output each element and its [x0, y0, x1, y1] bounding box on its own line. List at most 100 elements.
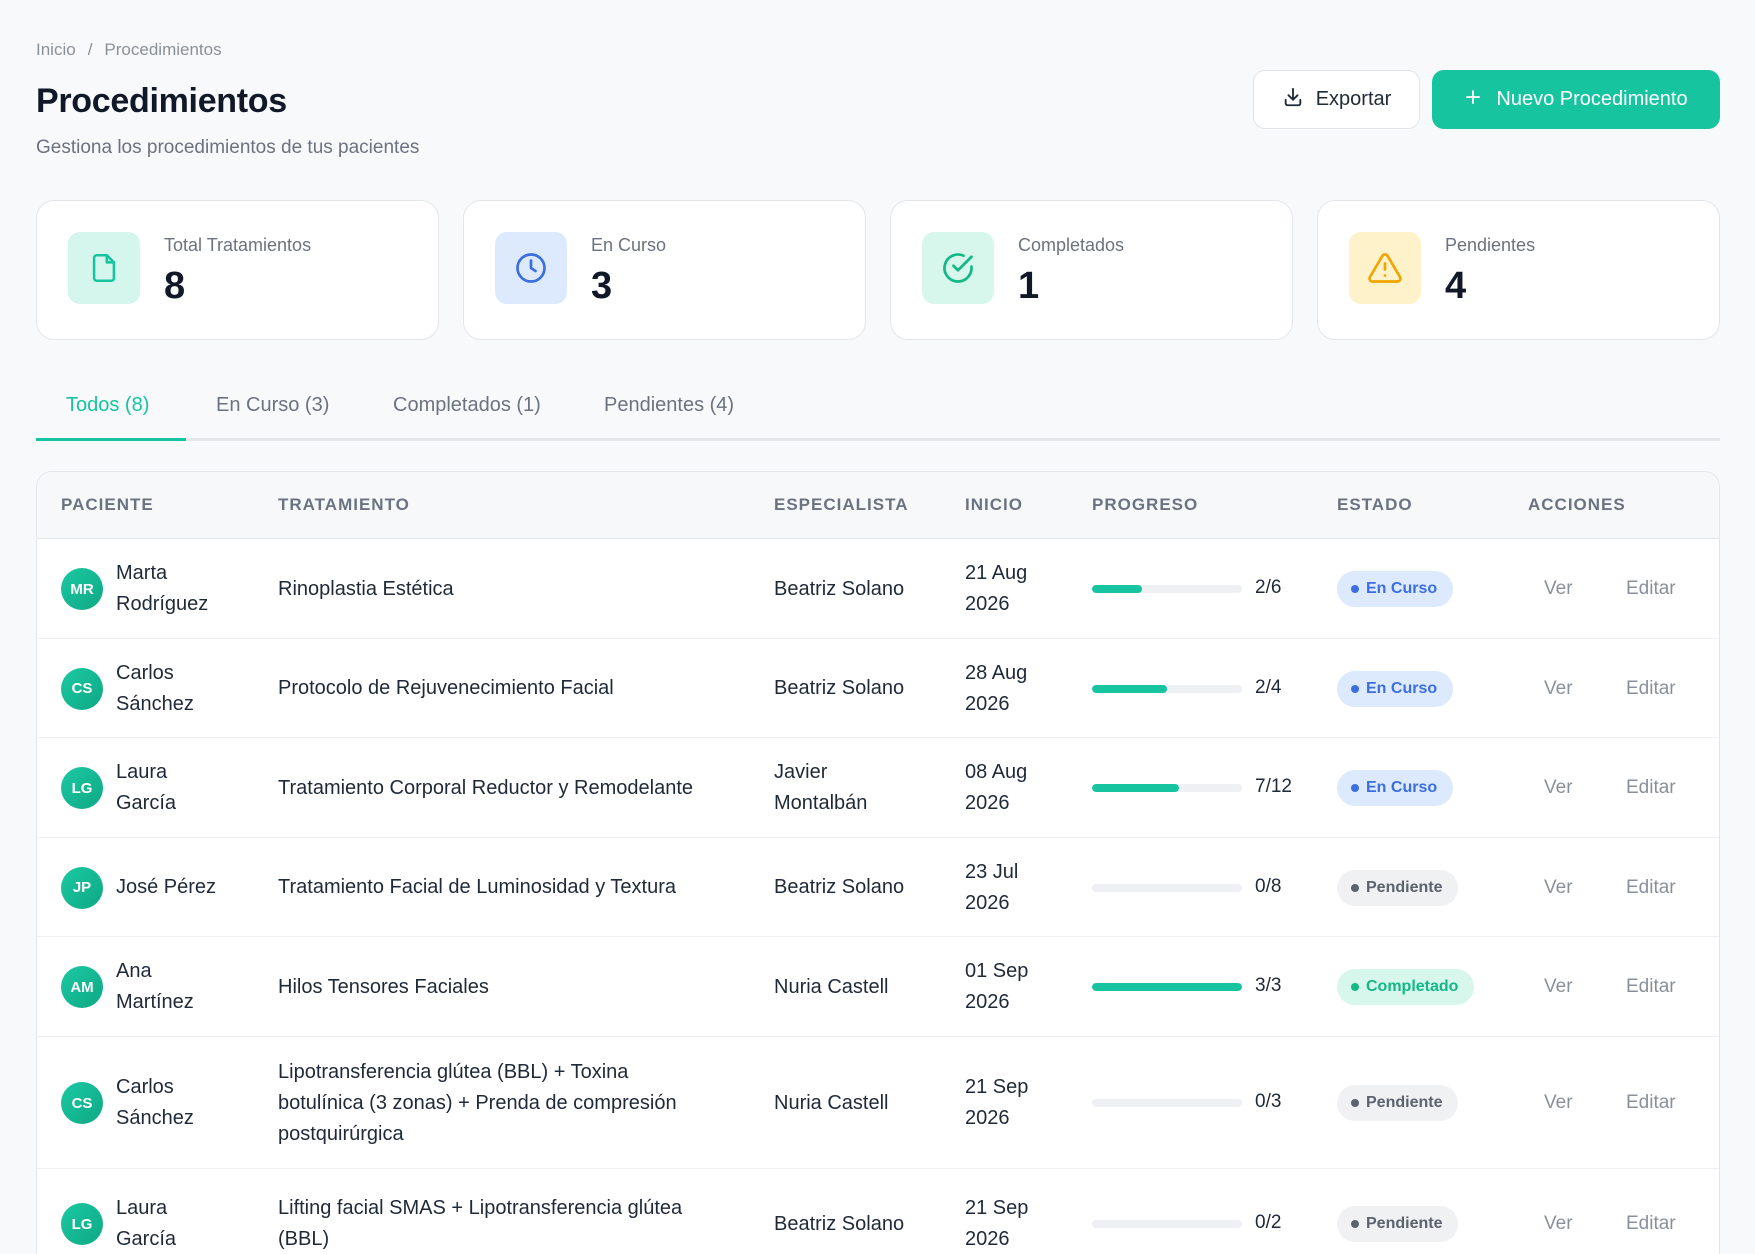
column-header-inicio: INICIO [965, 495, 1023, 514]
start-date-line: 28 Aug [965, 661, 1028, 684]
treatment-name-line: botulínica (3 zonas) + Prenda de compres… [278, 1091, 677, 1114]
edit-button[interactable]: Editar [1626, 578, 1676, 600]
start-date: 01 Sep 2026 [965, 956, 1075, 1018]
patient-name-line: Laura [116, 761, 168, 783]
avatar: MR [61, 568, 103, 610]
specialist-name-line: Beatriz Solano [774, 876, 905, 898]
treatment-name-line: Hilos Tensores Faciales [278, 975, 489, 998]
status-label: En Curso [1366, 580, 1438, 597]
patient-name: Laura García [116, 757, 256, 819]
view-button[interactable]: Ver [1544, 877, 1573, 899]
start-date-line: 2026 [965, 792, 1010, 814]
avatar: LG [61, 1203, 103, 1245]
start-date-line: 2026 [965, 1228, 1010, 1250]
edit-button[interactable]: Editar [1626, 976, 1676, 998]
patient-name: Carlos Sánchez [116, 658, 256, 720]
status-badge: Completado [1337, 969, 1475, 1005]
treatment-name-line: Lifting facial SMAS + Lipotransferencia … [278, 1197, 683, 1219]
status-badge: Pendiente [1337, 1085, 1459, 1121]
patient-name-line: Marta [116, 562, 168, 584]
progress-text: 7/12 [1255, 776, 1292, 797]
treatment-name-line: (BBL) [278, 1228, 330, 1250]
start-date-line: 21 Sep [965, 1076, 1029, 1098]
progress-fill [1092, 983, 1242, 991]
stat-card-pendientes: Pendientes 4 [1317, 200, 1720, 340]
export-button[interactable]: Exportar [1253, 70, 1420, 129]
table-row: JP José Pérez Tratamiento Facial de Lumino… [37, 838, 1719, 937]
progress-fill [1092, 585, 1142, 593]
patient-name-line: José Pérez [116, 876, 217, 898]
page-subtitle: Gestiona los procedimientos de tus pacie… [36, 137, 420, 158]
plus-icon [1464, 88, 1482, 112]
progress-text: 2/4 [1255, 676, 1282, 698]
column-header-tratamiento: TRATAMIENTO [278, 495, 410, 514]
table-row: CS Carlos Sánchez Lipotransferencia glútea … [37, 1037, 1719, 1169]
new-procedure-button[interactable]: Nuevo Procedimiento [1432, 70, 1720, 129]
patient-name-line: García [116, 792, 177, 814]
table-row: MR Marta Rodríguez Rinoplastia Estética Beat… [37, 539, 1719, 639]
tab-todos[interactable]: Todos (8) [36, 372, 186, 441]
specialist-name: Nuria Castell [774, 972, 954, 1003]
treatment-name-line: postquirúrgica [278, 1122, 404, 1145]
patient-name: José Pérez [116, 872, 256, 903]
start-date: 21 Sep 2026 [965, 1072, 1075, 1134]
stat-card-total: Total Tratamientos 8 [36, 200, 439, 340]
treatment-name: Hilos Tensores Faciales [278, 972, 758, 1003]
edit-button[interactable]: Editar [1626, 1092, 1676, 1114]
table-row: AM Ana Martínez Hilos Tensores Faciales Nuri… [37, 937, 1719, 1037]
treatment-name-line: Protocolo de Rejuvenecimiento Facial [278, 677, 614, 699]
specialist-name-line: Montalbán [774, 792, 868, 814]
procedures-table: PACIENTE TRATAMIENTO ESPECIALISTA INICIO… [36, 471, 1720, 1254]
treatment-name: Lipotransferencia glútea (BBL) + Toxina b… [278, 1057, 758, 1150]
edit-button[interactable]: Editar [1626, 1213, 1676, 1235]
column-header-estado: ESTADO [1337, 495, 1413, 514]
view-button[interactable]: Ver [1544, 976, 1573, 998]
tab-en-curso[interactable]: En Curso (3) [216, 372, 329, 441]
tab-pendientes[interactable]: Pendientes (4) [604, 372, 734, 441]
table-row: LG Laura García Lifting facial SMAS + Lipot… [37, 1169, 1719, 1254]
column-header-acciones: ACCIONES [1528, 495, 1626, 514]
view-button[interactable]: Ver [1544, 1092, 1573, 1114]
warning-icon [1349, 232, 1421, 304]
tab-completados[interactable]: Completados (1) [393, 372, 541, 441]
stat-value: 8 [164, 265, 186, 307]
patient-name-line: Ana [116, 960, 152, 982]
breadcrumb: Inicio / Procedimientos [36, 40, 222, 60]
breadcrumb-separator: / [87, 40, 93, 59]
clock-icon [495, 232, 567, 304]
edit-button[interactable]: Editar [1626, 877, 1676, 899]
breadcrumb-home[interactable]: Inicio [36, 40, 76, 60]
specialist-name: Nuria Castell [774, 1088, 954, 1119]
start-date-line: 2026 [965, 593, 1010, 615]
status-dot-icon [1351, 684, 1359, 693]
view-button[interactable]: Ver [1544, 678, 1573, 700]
specialist-name: Beatriz Solano [774, 1209, 954, 1240]
start-date: 08 Aug 2026 [965, 757, 1075, 819]
view-button[interactable]: Ver [1544, 777, 1573, 799]
treatment-name: Tratamiento Corporal Reductor y Remodela… [278, 773, 758, 804]
status-dot-icon [1351, 1220, 1359, 1228]
specialist-name: Javier Montalbán [774, 757, 954, 819]
breadcrumb-current: Procedimientos [104, 40, 222, 59]
edit-button[interactable]: Editar [1626, 777, 1676, 799]
progress-bar [1092, 784, 1242, 792]
view-button[interactable]: Ver [1544, 578, 1573, 600]
new-procedure-label: Nuevo Procedimiento [1496, 88, 1688, 110]
stat-card-completados: Completados 1 [890, 200, 1293, 340]
patient-name: Laura García [116, 1193, 256, 1254]
specialist-name-line: Beatriz Solano [774, 577, 905, 600]
stat-value: 4 [1445, 265, 1467, 307]
start-date-line: 21 Sep [965, 1197, 1029, 1219]
patient-name: Ana Martínez [116, 956, 256, 1018]
status-dot-icon [1351, 883, 1359, 892]
download-icon [1282, 86, 1304, 114]
stat-label: Total Tratamientos [164, 235, 312, 255]
edit-button[interactable]: Editar [1626, 678, 1676, 700]
specialist-name-line: Nuria Castell [774, 975, 889, 998]
progress-bar [1092, 585, 1242, 593]
start-date-line: 21 Aug [965, 562, 1028, 584]
progress-fill [1092, 684, 1167, 693]
specialist-name: Beatriz Solano [774, 872, 954, 903]
document-icon [68, 232, 140, 304]
view-button[interactable]: Ver [1544, 1213, 1573, 1235]
